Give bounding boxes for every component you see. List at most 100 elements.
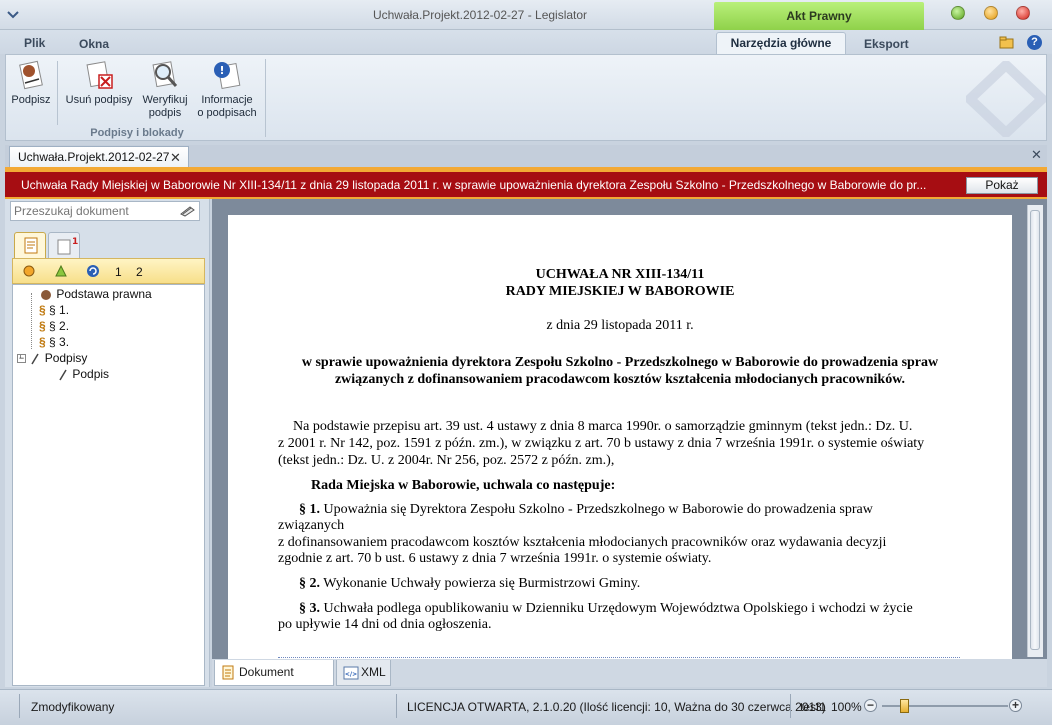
ribbon-panel: Podpisz Usuń podpisy Weryfikuj podpis ! … (5, 54, 1050, 141)
tree-item-paragraph-2[interactable]: § § 2. (39, 319, 69, 333)
doc-paragraph-1-line-4: zgodnie z art. 70 b ust. 6 ustawy z dnia… (278, 551, 712, 566)
tree-item-label: § 3. (49, 335, 70, 349)
collapse-node-icon[interactable]: − (17, 354, 26, 364)
zoom-out-button[interactable]: − (864, 699, 877, 712)
doc-paragraph-3-line-2: po upływie 14 dni od dnia ogłoszenia. (278, 617, 492, 632)
document-tab-title: Uchwała.Projekt.2012-02-27 (18, 150, 170, 164)
paragraph-1-mark: § 1. (299, 502, 320, 517)
informacje-label-2: o podpisach (197, 107, 257, 119)
paragraph-2-mark: § 2. (299, 576, 320, 591)
search-icon[interactable] (180, 205, 196, 217)
pen-icon (31, 353, 39, 365)
informacje-o-podpisach-button[interactable]: ! Informacje o podpisach (195, 59, 259, 123)
paragraph-3-text: Uchwała podlega opublikowaniu w Dziennik… (323, 601, 913, 616)
document-tab[interactable]: Uchwała.Projekt.2012-02-27 (9, 146, 189, 167)
doc-paragraph-3-line-1: § 3. Uchwała podlega opublikowaniu w Dzi… (299, 601, 913, 617)
collapse-icon[interactable] (54, 264, 68, 278)
ribbon-group-separator (265, 59, 266, 137)
status-license: LICENCJA OTWARTA, 2.1.0.20 (Ilość licenc… (407, 700, 826, 714)
menu-okna[interactable]: Okna (79, 37, 109, 51)
context-tab-akt-prawny[interactable]: Akt Prawny (714, 2, 924, 30)
doc-basis-line-1: Na podstawie przepisu art. 39 ust. 4 ust… (293, 419, 913, 434)
tree-item-label: Podpisy (44, 351, 88, 365)
xml-icon: </> (343, 666, 359, 680)
podpisz-button[interactable]: Podpisz (10, 59, 52, 123)
doc-paragraph-1-line-2: związanych (278, 518, 345, 533)
tree-item-podstawa-prawna[interactable]: Podstawa prawna (39, 287, 152, 301)
status-state: Zmodyfikowany (31, 700, 115, 714)
svg-text:1: 1 (72, 237, 78, 247)
doc-title-1: UCHWAŁA NR XIII-134/11 (535, 267, 705, 282)
maximize-button[interactable] (984, 6, 998, 20)
folder-icon[interactable] (999, 35, 1015, 49)
paragraph-icon: § (39, 319, 46, 333)
tree-item-label: Podpis (72, 367, 110, 381)
tab-dokument-glowny[interactable]: Dokument główny (214, 660, 334, 703)
informacje-label-1: Informacje (201, 94, 253, 106)
menu-plik[interactable]: Plik (24, 36, 45, 50)
help-icon[interactable]: ? (1027, 35, 1042, 50)
status-separator (19, 694, 20, 718)
close-window-button[interactable] (1016, 6, 1030, 20)
errors-icon: 1 (57, 237, 78, 255)
verify-signature-icon (149, 59, 181, 91)
scrollbar-thumb[interactable] (1030, 210, 1040, 650)
doc-subject-2: związanych z dofinansowaniem pracodawcom… (334, 372, 906, 387)
pokaz-button[interactable]: Pokaż (966, 177, 1038, 194)
podpisz-label: Podpisz (11, 94, 51, 106)
svg-text:!: ! (219, 64, 224, 77)
tab-eksport[interactable]: Eksport (864, 37, 909, 51)
tab-xml-label: XML (361, 665, 386, 679)
tree-item-label: § 2. (49, 319, 70, 333)
paragraph-1-text: Upoważnia się Dyrektora Zespołu Szkolno … (323, 502, 873, 517)
page-boundary-line (278, 657, 960, 658)
doc-resolves: Rada Miejska w Baborowie, uchwala co nas… (311, 478, 616, 493)
remove-signatures-icon (83, 59, 115, 91)
weryfikuj-podpis-button[interactable]: Weryfikuj podpis (137, 59, 193, 123)
search-input[interactable] (10, 201, 200, 221)
tree-item-paragraph-1[interactable]: § § 1. (39, 303, 69, 317)
tree-item-label: Podstawa prawna (56, 287, 152, 301)
doc-date: z dnia 29 listopada 2011 r. (546, 318, 694, 333)
paragraph-3-mark: § 3. (299, 601, 320, 616)
tree-connector (31, 293, 32, 349)
tree-item-label: § 1. (49, 303, 70, 317)
doc-basis-line-2: z 2001 r. Nr 142, poz. 1591 z późn. zm.)… (278, 436, 925, 451)
sign-document-icon (15, 59, 47, 91)
zoom-slider-thumb[interactable] (900, 699, 909, 713)
doc-paragraph-2: § 2. Wykonanie Uchwały powierza się Burm… (299, 576, 640, 592)
tab-xml[interactable]: </> XML (336, 660, 391, 686)
tree-item-podpisy[interactable]: − Podpisy (17, 351, 87, 365)
paragraph-2-text: Wykonanie Uchwały powierza się Burmistrz… (323, 576, 641, 591)
structure-icon (24, 237, 38, 254)
document-tree: Podstawa prawna § § 1. § § 2. § § 3. − P… (12, 284, 205, 686)
tab-narzedzia-glowne[interactable]: Narzędzia główne (716, 32, 846, 54)
weryfikuj-label-1: Weryfikuj (142, 94, 188, 106)
tab-errors[interactable]: 1 (48, 232, 80, 258)
zoom-in-button[interactable]: + (1009, 699, 1022, 712)
expand-icon[interactable] (22, 264, 36, 278)
usun-podpisy-label: Usuń podpisy (65, 94, 133, 106)
ribbon-group-label: Podpisy i blokady (90, 127, 184, 139)
ribbon-separator (57, 61, 58, 125)
doc-title-2: RADY MIEJSKIEJ W BABOROWIE (505, 284, 735, 299)
signature-info-icon: ! (211, 59, 243, 91)
doc-paragraph-1-line-1: § 1. Upoważnia się Dyrektora Zespołu Szk… (299, 502, 873, 518)
doc-paragraph-1-line-3: z dofinansowaniem pracodawcom kosztów ks… (278, 535, 887, 550)
level-2-button[interactable]: 2 (136, 265, 143, 279)
refresh-icon[interactable] (86, 264, 100, 278)
tab-structure[interactable] (14, 232, 46, 258)
doc-subject-1: w sprawie upoważnienia dyrektora Zespołu… (301, 355, 939, 370)
close-tab-icon[interactable]: ✕ (170, 150, 181, 166)
close-all-tabs-icon[interactable]: ✕ (1031, 147, 1042, 163)
tree-item-podpis[interactable]: Podpis (57, 367, 109, 381)
tree-item-paragraph-3[interactable]: § § 3. (39, 335, 69, 349)
level-1-button[interactable]: 1 (115, 265, 122, 279)
app-logo-watermark (962, 58, 1050, 140)
svg-text:</>: </> (345, 671, 357, 678)
usun-podpisy-button[interactable]: Usuń podpisy (64, 59, 134, 123)
minimize-button[interactable] (951, 6, 965, 20)
document-icon (222, 665, 234, 680)
paragraph-icon: § (39, 335, 46, 349)
document-header-bar: Uchwała Rady Miejskiej w Baborowie Nr XI… (5, 172, 1047, 199)
